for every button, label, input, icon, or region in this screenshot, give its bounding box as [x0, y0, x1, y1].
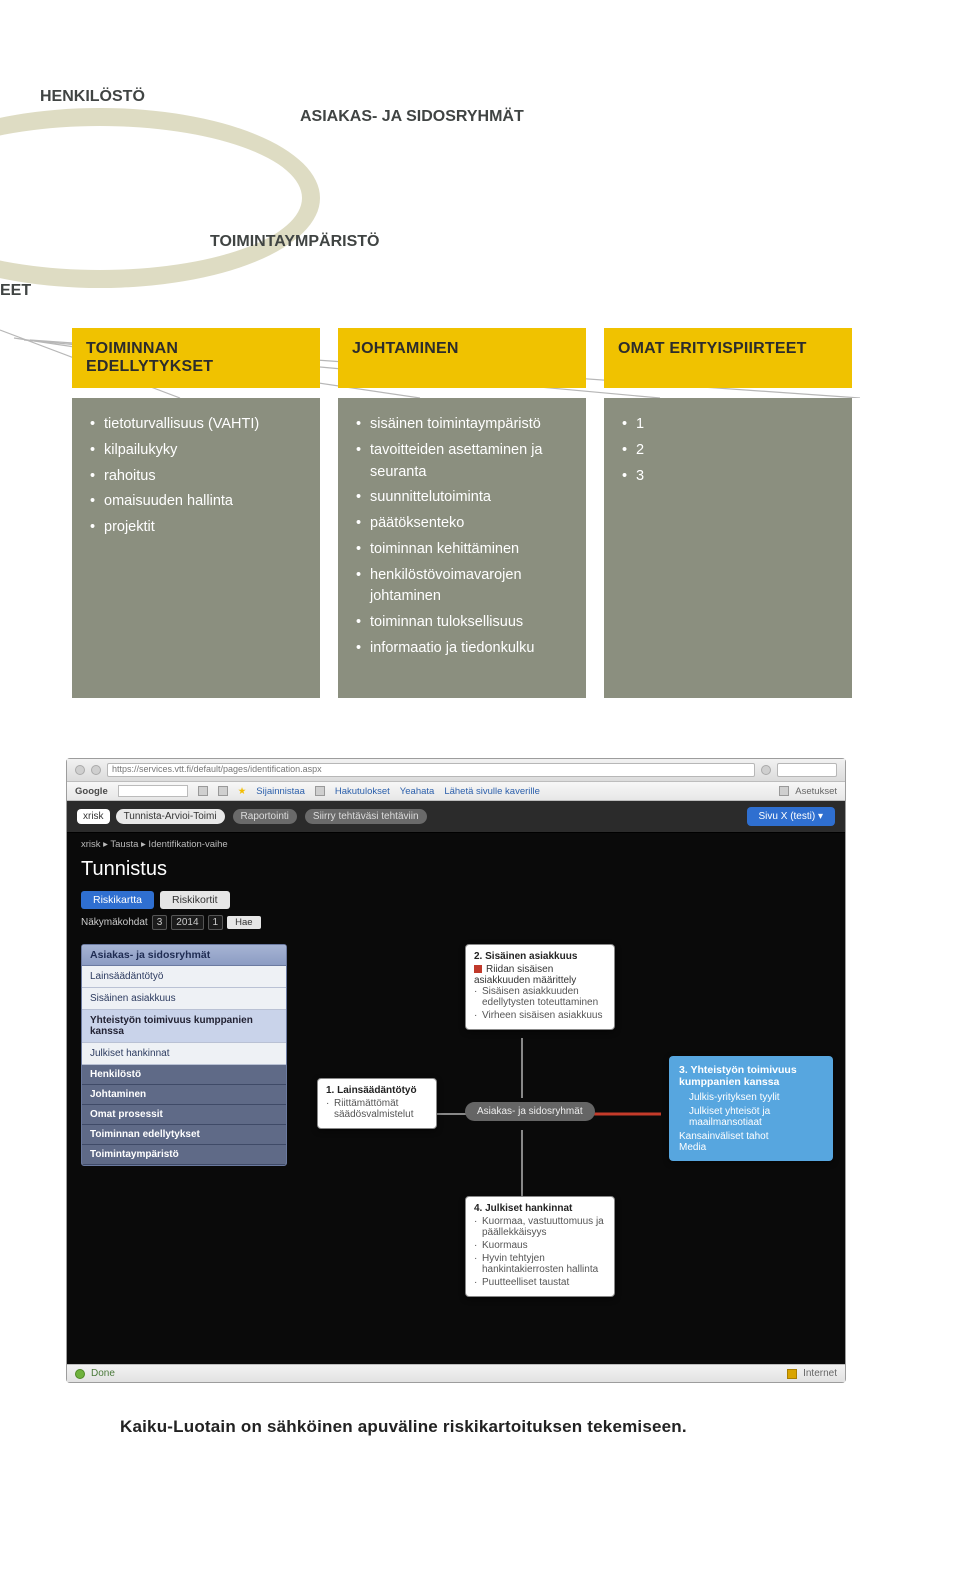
list-item: tietoturvallisuus (VAHTI): [90, 414, 302, 436]
columns-wrap: TOIMINNAN EDELLYTYKSET JOHTAMINEN OMAT E…: [0, 328, 912, 698]
node-sisainen-asiakkuus[interactable]: 2. Sisäinen asiakkuus Riidan sisäisen as…: [465, 944, 615, 1030]
toolbox-icon[interactable]: [198, 786, 208, 796]
status-text: Done: [91, 1368, 115, 1379]
node-title: 2. Sisäinen asiakkuus: [474, 951, 606, 962]
node-julkiset-hankinnat[interactable]: 4. Julkiset hankinnat Kuormaa, vastuutto…: [465, 1196, 615, 1297]
node-item: Puutteelliset taustat: [474, 1277, 606, 1288]
col-body-omat-erityispiirteet: 1 2 3: [604, 398, 852, 698]
list-item: päätöksenteko: [356, 513, 568, 535]
node-title: 4. Julkiset hankinnat: [474, 1203, 606, 1214]
nav-back-icon[interactable]: [75, 765, 85, 775]
page-title: Tunnistus: [67, 856, 845, 891]
embedded-screenshot: https://services.vtt.fi/default/pages/id…: [66, 758, 846, 1383]
node-yhteistyo-kumppanit[interactable]: 3. Yhteistyön toimivuus kumppanien kanss…: [669, 1056, 833, 1161]
col-header-johtaminen: JOHTAMINEN: [338, 328, 586, 388]
workspace: Asiakas- ja sidosryhmät Lainsäädäntötyö …: [67, 938, 845, 1348]
node-item: Hyvin tehtyjen hankintakierrosten hallin…: [474, 1253, 606, 1275]
list-item: henkilöstövoimavarojen johtaminen: [356, 565, 568, 609]
bluecard-line: Kansainväliset tahot: [679, 1131, 823, 1142]
toolbox-link[interactable]: Hakutulokset: [335, 786, 390, 797]
toolbox-link[interactable]: Yeahata: [400, 786, 435, 797]
date-day[interactable]: 1: [208, 915, 224, 930]
app-tab[interactable]: Raportointi: [233, 809, 297, 824]
node-item: Sisäisen asiakkuuden edellytysten toteut…: [474, 986, 606, 1008]
toolbox-icon[interactable]: [218, 786, 228, 796]
date-year[interactable]: 2014: [171, 915, 203, 930]
node-item: Kuormaa, vastuuttomuus ja päällekkäisyys: [474, 1216, 606, 1238]
list-item: 2: [622, 440, 834, 462]
subtabs: Riskikartta Riskikortit: [67, 891, 845, 915]
list-item: toiminnan kehittäminen: [356, 539, 568, 561]
browser-toolbox: Google ★ Sijainnistaa Hakutulokset Yeaha…: [67, 782, 845, 801]
top-diagram-region: HENKILÖSTÖ ASIAKAS- JA SIDOSRYHMÄT TOIMI…: [0, 38, 912, 268]
list-item: 1: [622, 414, 834, 436]
list-item: tavoitteiden asettaminen ja seuranta: [356, 440, 568, 484]
settings-label[interactable]: Asetukset: [795, 786, 837, 797]
node-title: 1. Lainsäädäntötyö: [326, 1085, 428, 1096]
app-tab[interactable]: Siirry tehtäväsi tehtäviin: [305, 809, 427, 824]
center-pill[interactable]: Asiakas- ja sidosryhmät: [465, 1102, 595, 1121]
bluecard-line: Julkiset yhteisöt ja maailmansotiaat: [679, 1106, 823, 1128]
google-search-input[interactable]: [118, 785, 188, 797]
subtab-riskikartta[interactable]: Riskikartta: [81, 891, 154, 909]
subtab-riskikortit[interactable]: Riskikortit: [160, 891, 230, 909]
node-lainsaadantotyo[interactable]: 1. Lainsäädäntötyö Riittämättömät säädös…: [317, 1078, 437, 1129]
breadcrumb: xrisk ▸ Tausta ▸ Identifikation-vaihe: [67, 833, 845, 856]
browser-toolbar: https://services.vtt.fi/default/pages/id…: [67, 759, 845, 782]
date-label: Näkymäkohdat: [81, 917, 148, 928]
label-eet: EET: [0, 282, 31, 300]
list-item: suunnittelutoiminta: [356, 487, 568, 509]
list-item: toiminnan tuloksellisuus: [356, 612, 568, 634]
star-icon[interactable]: ★: [238, 786, 247, 797]
toolbox-link[interactable]: Lähetä sivulle kaverille: [444, 786, 540, 797]
col-body-toiminnan-edellytykset: tietoturvallisuus (VAHTI) kilpailukyky r…: [72, 398, 320, 698]
reload-icon[interactable]: [761, 765, 771, 775]
toolbox-icon[interactable]: [315, 786, 325, 796]
status-dot-icon: [75, 1369, 85, 1379]
bluecard-title: 3. Yhteistyön toimivuus kumppanien kanss…: [679, 1064, 823, 1088]
caption: Kaiku-Luotain on sähköinen apuväline ris…: [120, 1417, 912, 1437]
node-item: Riittämättömät säädösvalmistelut: [326, 1098, 428, 1120]
list-item: 3: [622, 466, 834, 488]
date-bar: Näkymäkohdat 3 2014 1 Hae: [67, 915, 845, 938]
node-item: Riidan sisäisen asiakkuuden määrittely: [474, 964, 576, 986]
zone-icon: [787, 1369, 797, 1379]
app-topbar: xrisk Tunnista-Arvioi-Toimi Raportointi …: [67, 801, 845, 833]
date-month[interactable]: 3: [152, 915, 168, 930]
app-tab[interactable]: xrisk: [77, 809, 110, 824]
bluecard-line: Julkis-yrityksen tyylit: [679, 1092, 823, 1103]
col-body-johtaminen: sisäinen toimintaympäristö tavoitteiden …: [338, 398, 586, 698]
red-flag-icon: [474, 965, 482, 973]
app-dark: xrisk Tunnista-Arvioi-Toimi Raportointi …: [67, 801, 845, 1364]
zone-label: Internet: [803, 1368, 837, 1379]
list-item: sisäinen toimintaympäristö: [356, 414, 568, 436]
app-user-menu[interactable]: Sivu X (testi) ▾: [747, 807, 835, 826]
settings-icon[interactable]: [779, 786, 789, 796]
node-item: Kuormaus: [474, 1240, 606, 1251]
toolbox-link[interactable]: Sijainnistaa: [256, 786, 305, 797]
list-item: rahoitus: [90, 466, 302, 488]
app-tab[interactable]: Tunnista-Arvioi-Toimi: [116, 809, 225, 824]
date-apply-button[interactable]: Hae: [227, 916, 260, 929]
bluecard-line: Media: [679, 1142, 823, 1153]
status-bar: Done Internet: [67, 1364, 845, 1382]
col-header-toiminnan-edellytykset: TOIMINNAN EDELLYTYKSET: [72, 328, 320, 388]
search-field[interactable]: [777, 763, 837, 777]
address-bar[interactable]: https://services.vtt.fi/default/pages/id…: [107, 763, 755, 777]
list-item: informaatio ja tiedonkulku: [356, 638, 568, 660]
list-item: omaisuuden hallinta: [90, 491, 302, 513]
list-item: kilpailukyky: [90, 440, 302, 462]
list-item: projektit: [90, 517, 302, 539]
col-header-omat-erityispiirteet: OMAT ERITYISPIIRTEET: [604, 328, 852, 388]
node-item: Virheen sisäisen asiakkuus: [474, 1010, 606, 1021]
nav-forward-icon[interactable]: [91, 765, 101, 775]
google-label: Google: [75, 786, 108, 797]
